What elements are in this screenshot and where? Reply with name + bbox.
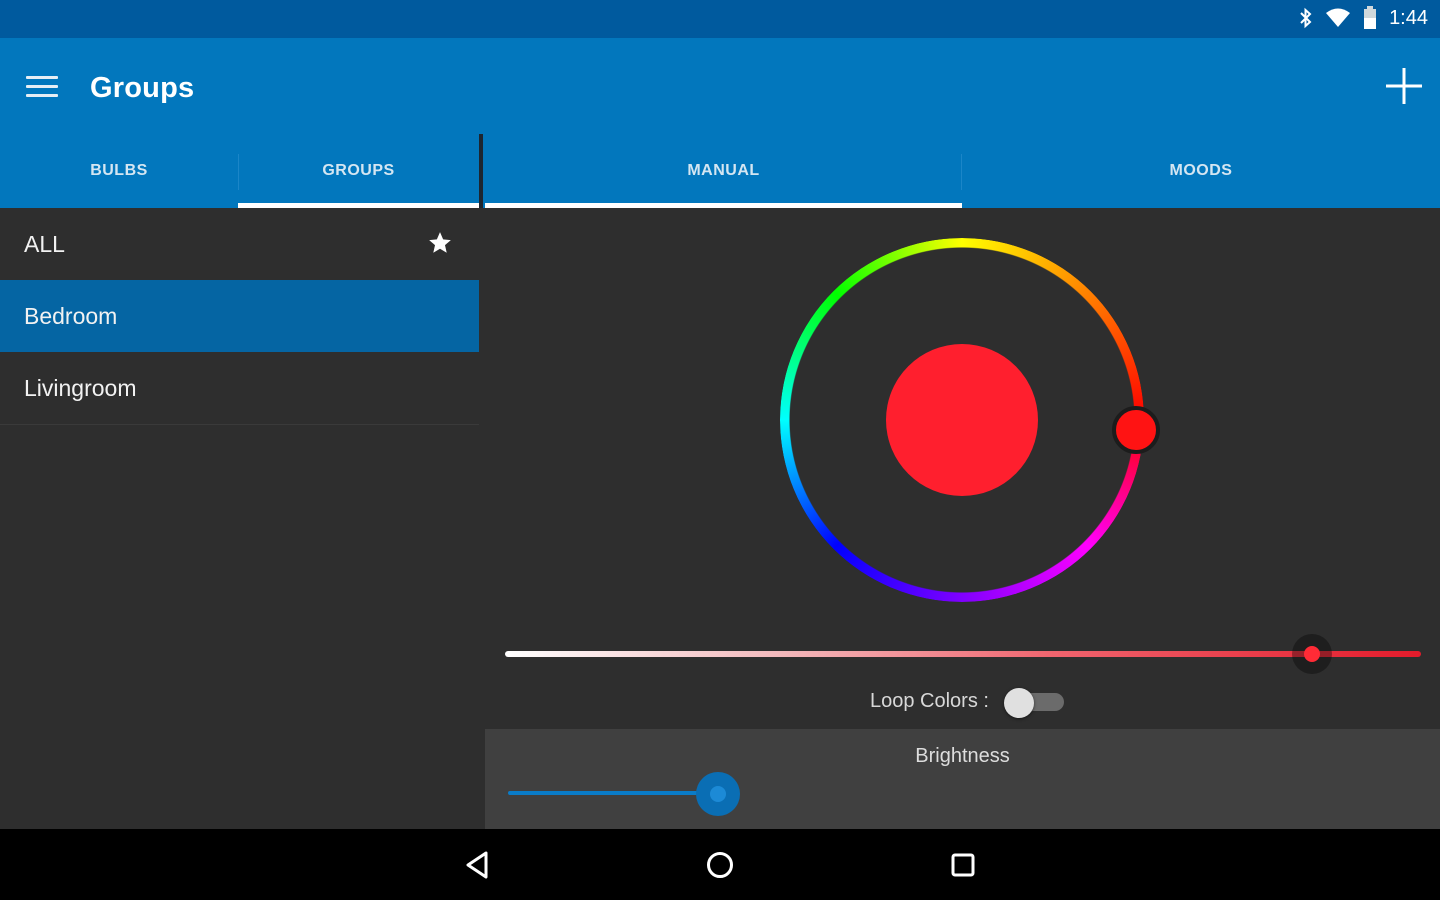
system-nav-bar [0, 829, 1440, 900]
toggle-knob [1004, 688, 1034, 718]
saturation-slider[interactable] [505, 651, 1421, 657]
wifi-icon [1326, 8, 1351, 27]
home-icon[interactable] [702, 847, 738, 883]
tab-groups[interactable]: GROUPS [238, 134, 479, 208]
brightness-slider-thumb[interactable] [696, 772, 740, 816]
tab-manual[interactable]: MANUAL [485, 134, 962, 208]
loop-colors-label: Loop Colors : [870, 690, 989, 712]
group-list: ALL Bedroom Livingroom [0, 208, 479, 828]
brightness-panel: Brightness [485, 729, 1440, 829]
bluetooth-icon [1300, 7, 1312, 29]
group-item-all[interactable]: ALL [0, 208, 479, 280]
brightness-slider[interactable] [508, 791, 718, 795]
saturation-slider-thumb[interactable] [1292, 634, 1332, 674]
hamburger-menu-icon[interactable] [26, 76, 58, 98]
status-bar: 1:44 [0, 0, 1440, 38]
plus-icon[interactable] [1386, 68, 1422, 104]
battery-icon [1364, 6, 1377, 29]
group-item-livingroom[interactable]: Livingroom [0, 352, 479, 424]
status-icons: 1:44 [1299, 6, 1428, 30]
group-item-label: Livingroom [24, 374, 137, 401]
tab-bulbs-label: BULBS [90, 162, 148, 179]
pane-divider [479, 134, 483, 208]
tab-manual-label: MANUAL [687, 162, 760, 179]
page-title: Groups [90, 72, 195, 104]
tab-groups-label: GROUPS [322, 162, 395, 179]
tab-moods[interactable]: MOODS [962, 134, 1440, 208]
brightness-label: Brightness [915, 745, 1010, 767]
group-item-label: ALL [24, 230, 65, 257]
app-bar: Groups [0, 38, 1440, 134]
group-item-bedroom[interactable]: Bedroom [0, 280, 479, 352]
list-divider [0, 424, 479, 425]
status-time: 1:44 [1389, 6, 1428, 29]
color-wheel-handle[interactable] [1112, 406, 1160, 454]
selected-color-preview[interactable] [886, 344, 1038, 496]
loop-colors-toggle[interactable] [1004, 688, 1064, 718]
recents-icon[interactable] [945, 847, 981, 883]
tab-bulbs[interactable]: BULBS [0, 134, 238, 208]
back-icon[interactable] [460, 847, 496, 883]
star-icon[interactable] [427, 230, 453, 256]
tab-moods-label: MOODS [1169, 162, 1233, 179]
group-item-label: Bedroom [24, 302, 118, 329]
tab-bar: BULBS GROUPS MANUAL MOODS [0, 134, 1440, 208]
